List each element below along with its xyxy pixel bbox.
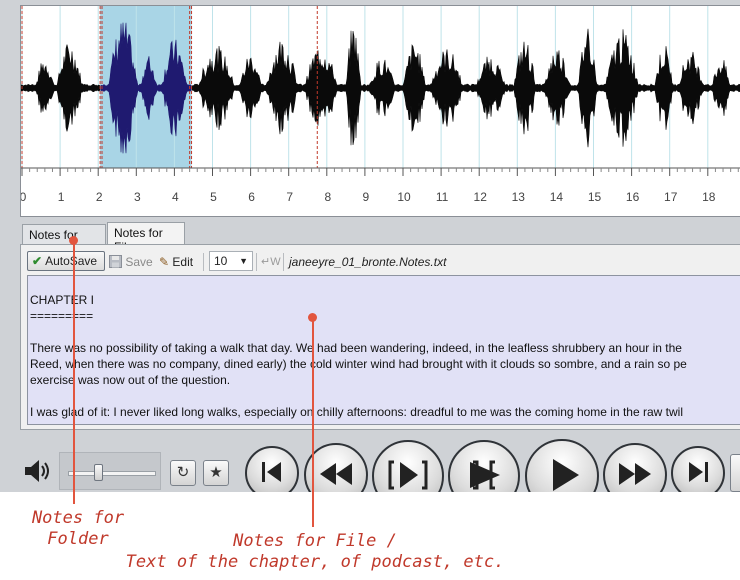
ruler-label: 18 [702, 190, 716, 204]
edit-pencil-icon: ✎ [159, 255, 170, 269]
check-icon: ✔ [32, 254, 43, 268]
ruler-label: 9 [363, 190, 370, 204]
notes-tabs: Notes for Folder Notes for File [20, 222, 740, 256]
notes-line: There was no possibility of taking a wal… [30, 341, 682, 355]
extra-button[interactable] [730, 454, 740, 492]
play-selection-button[interactable] [372, 440, 444, 492]
ruler-label: 12 [474, 190, 488, 204]
annotation-text: Notes for [31, 508, 125, 528]
waveform-view[interactable]: 0 1 2 3 4 5 6 7 8 9 10 11 12 13 14 15 16 17 18 [21, 6, 740, 218]
repeat-button[interactable]: ↻ [170, 460, 196, 486]
notes-line [30, 388, 740, 404]
play-selection-icon [388, 460, 428, 490]
notes-line: I was glad of it: I never liked long wal… [30, 405, 683, 419]
transport-bar: ↻ ★ [0, 439, 740, 492]
ruler-label: 0 [21, 190, 27, 204]
ruler-label: 17 [664, 190, 678, 204]
ruler-label: 2 [96, 190, 103, 204]
ruler-label: 7 [286, 190, 293, 204]
ruler-label: 11 [436, 190, 449, 204]
star-icon: ★ [209, 464, 223, 481]
notes-line [30, 324, 740, 340]
skip-start-button[interactable] [245, 446, 299, 492]
volume-thumb[interactable] [93, 464, 103, 481]
play-around-icon [470, 460, 500, 490]
font-size-select[interactable]: 10 ▼ [209, 251, 253, 271]
tab-notes-for-folder[interactable]: Notes for Folder [22, 224, 106, 256]
app-window: 0123456789101112131415161718 Notes for F… [0, 0, 740, 492]
chevron-down-icon: ▼ [239, 256, 248, 266]
annotation-line [312, 317, 314, 527]
edit-label: Edit [172, 255, 194, 269]
ruler-label: 15 [588, 190, 602, 204]
autosave-label: AutoSave [45, 254, 98, 268]
skip-start-icon [262, 462, 281, 482]
edit-button[interactable]: ✎ Edit [159, 252, 193, 272]
ruler-label: 16 [626, 190, 640, 204]
notes-line: Reed, when there was no company, dined e… [30, 357, 687, 371]
play-around-button[interactable] [448, 440, 520, 492]
save-button[interactable]: Save [109, 252, 153, 272]
ruler-label: 14 [550, 190, 564, 204]
toolbar-divider [256, 253, 257, 271]
rewind-icon [320, 463, 352, 485]
skip-end-button[interactable] [671, 446, 725, 492]
font-size-value: 10 [214, 254, 228, 268]
autosave-button[interactable]: ✔ AutoSave [27, 251, 105, 271]
annotation-text: Text of the chapter, of podcast, etc. [125, 552, 505, 572]
fast-forward-button[interactable] [603, 443, 667, 492]
play-button[interactable] [525, 439, 599, 492]
annotation-notes-for-file: Notes for File / Text of the chapter, of… [120, 531, 510, 573]
notes-panel: ✔ AutoSave Save ✎ Edit 10 ▼ ↵W janeeyre_… [20, 244, 740, 430]
ruler-label: 8 [324, 190, 331, 204]
ruler-label: 4 [172, 190, 179, 204]
annotation-line [73, 240, 75, 504]
notes-filename: janeeyre_01_bronte.Notes.txt [289, 255, 447, 269]
favorite-button[interactable]: ★ [203, 460, 229, 486]
toolbar-divider [283, 253, 284, 271]
wrap-icon[interactable]: ↵W [261, 252, 281, 272]
notes-line: ========= [30, 309, 94, 323]
toolbar-divider [203, 253, 204, 271]
skip-end-icon [689, 462, 708, 482]
ruler-label: 10 [397, 190, 411, 204]
volume-track [68, 471, 156, 476]
ruler-label: 5 [210, 190, 217, 204]
save-icon [109, 255, 122, 268]
ruler-label: 3 [134, 190, 141, 204]
tab-notes-for-file[interactable]: Notes for File [107, 222, 185, 254]
ruler-label: 6 [248, 190, 255, 204]
repeat-icon: ↻ [176, 464, 190, 481]
ruler-label: 13 [512, 190, 526, 204]
save-label: Save [125, 255, 153, 269]
notes-line: exercise was now out of the question. [30, 373, 231, 387]
waveform-panel[interactable]: 0 1 2 3 4 5 6 7 8 9 10 11 12 13 14 15 16 17 18 [20, 5, 740, 217]
ruler-label: 1 [58, 190, 65, 204]
time-ruler: 0 1 2 3 4 5 6 7 8 9 10 11 12 13 14 15 16 17 18 [21, 168, 739, 204]
notes-toolbar: ✔ AutoSave Save ✎ Edit 10 ▼ ↵W janeeyre_… [27, 250, 735, 274]
speaker-icon[interactable] [22, 456, 52, 486]
notes-text-area[interactable]: CHAPTER I ========= There was no possibi… [27, 275, 740, 425]
annotation-text: Notes for File / [233, 531, 397, 551]
fast-forward-icon [619, 463, 651, 485]
notes-line: CHAPTER I [30, 293, 95, 307]
play-icon [553, 459, 579, 491]
